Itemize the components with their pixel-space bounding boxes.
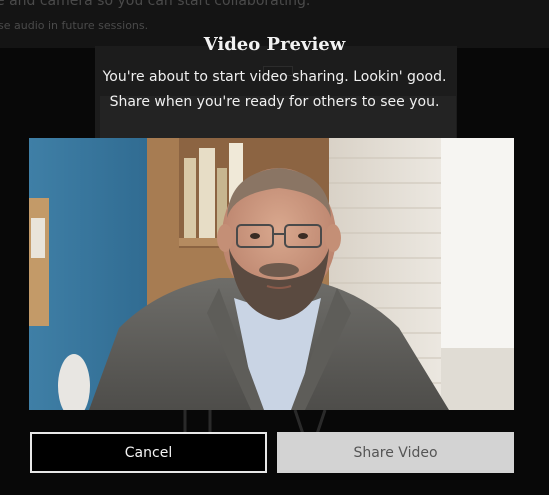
modal-description-line2: Share when you're ready for others to se… xyxy=(109,94,440,110)
video-preview-screen: e and camera so you can start collaborat… xyxy=(0,0,549,495)
camera-preview xyxy=(29,138,514,410)
share-video-button[interactable]: Share Video xyxy=(277,432,514,473)
modal-title: Video Preview xyxy=(203,34,346,55)
background-text-line1: e and camera so you can start collaborat… xyxy=(0,0,311,9)
cancel-button[interactable]: Cancel xyxy=(30,432,267,473)
modal-description-line1: You're about to start video sharing. Loo… xyxy=(102,69,447,85)
background-text-line2: se audio in future sessions. xyxy=(0,19,149,32)
camera-preview-image xyxy=(29,138,514,410)
